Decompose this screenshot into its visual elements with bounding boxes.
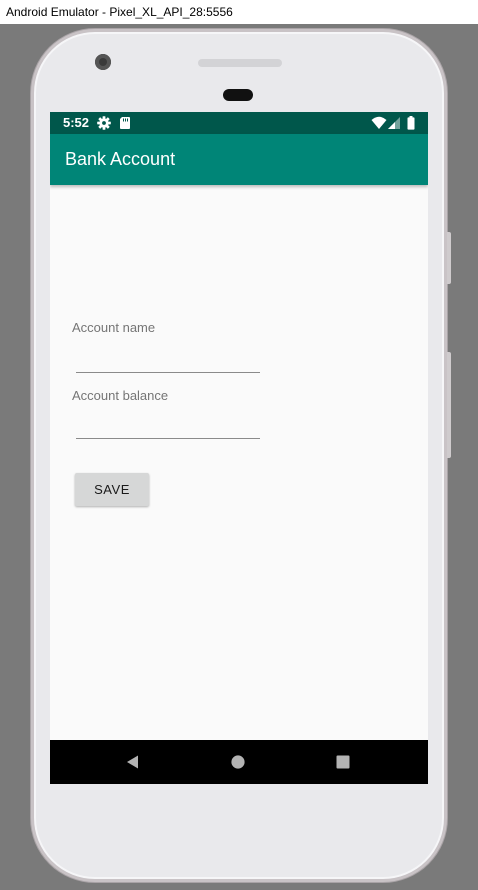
earpiece-speaker bbox=[198, 59, 282, 67]
signal-icon bbox=[388, 117, 400, 129]
emulator-window-title: Android Emulator - Pixel_XL_API_28:5556 bbox=[0, 0, 478, 24]
front-camera bbox=[95, 54, 111, 70]
wifi-icon bbox=[371, 116, 387, 129]
app-toolbar: Bank Account bbox=[50, 134, 428, 185]
sensor-slot bbox=[223, 89, 253, 101]
power-button[interactable] bbox=[447, 232, 451, 284]
phone-screen: 5:52 Bank Account Account name Account b… bbox=[50, 112, 428, 784]
account-name-input[interactable] bbox=[76, 346, 260, 373]
sd-card-icon bbox=[120, 117, 130, 129]
battery-icon bbox=[407, 116, 415, 130]
account-name-label: Account name bbox=[72, 320, 156, 335]
back-icon[interactable] bbox=[123, 752, 143, 772]
navigation-bar bbox=[50, 740, 428, 784]
account-balance-input[interactable] bbox=[76, 412, 260, 439]
status-bar: 5:52 bbox=[50, 112, 428, 134]
gear-icon bbox=[97, 116, 111, 130]
status-time: 5:52 bbox=[63, 115, 90, 130]
home-icon[interactable] bbox=[228, 752, 248, 772]
save-button[interactable]: SAVE bbox=[75, 473, 149, 506]
recents-icon[interactable] bbox=[333, 752, 353, 772]
account-balance-label: Account balance bbox=[72, 388, 169, 403]
volume-button[interactable] bbox=[447, 352, 451, 458]
page-title: Bank Account bbox=[65, 149, 176, 169]
